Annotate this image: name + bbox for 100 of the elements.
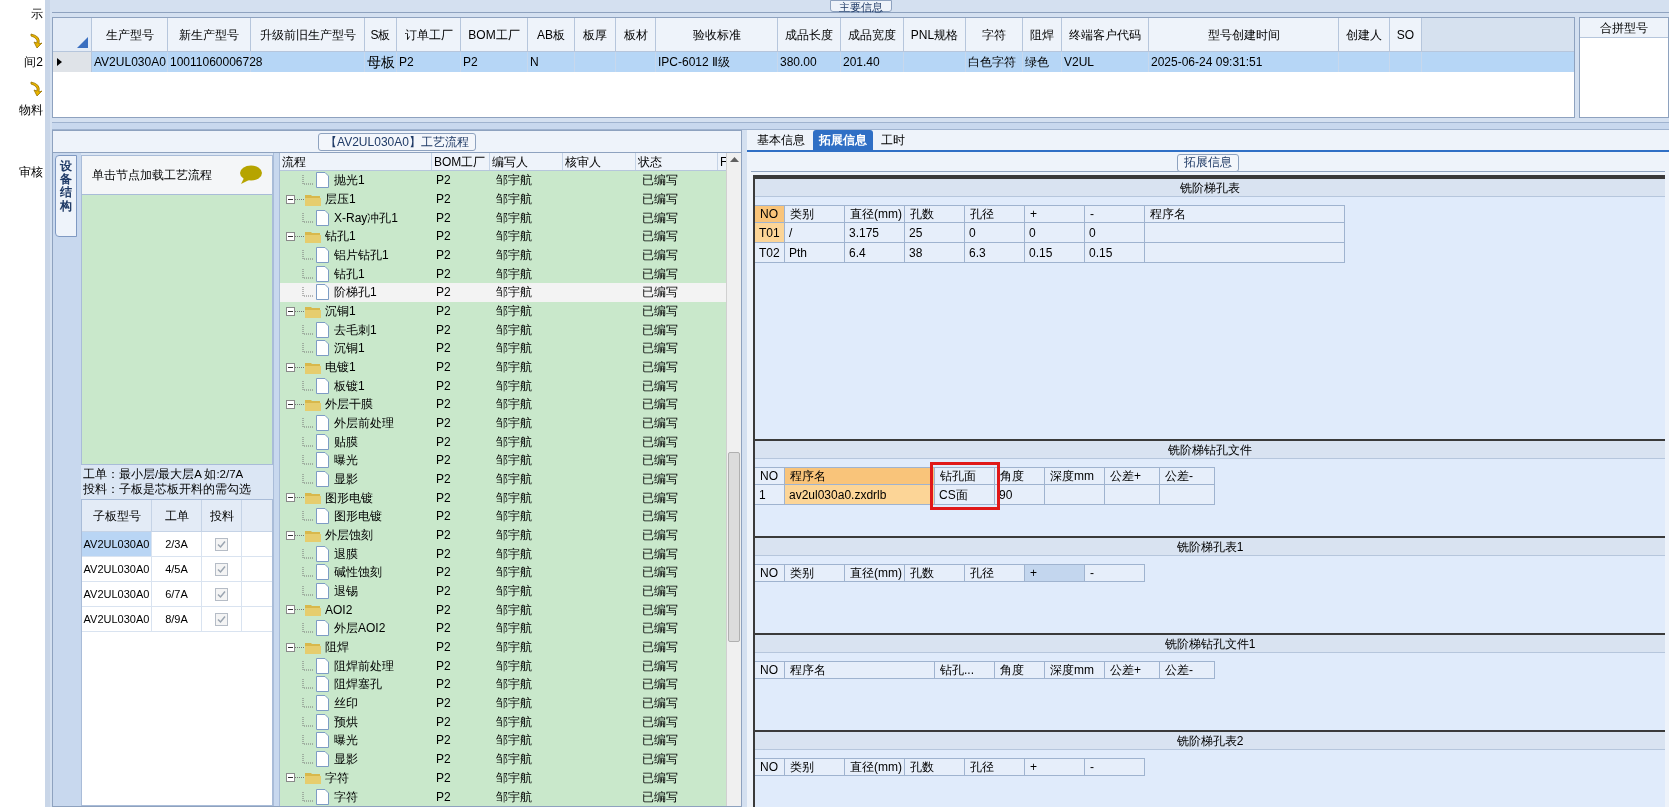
collapse-icon[interactable] [286,194,304,204]
column-header[interactable]: BOM工厂 [432,153,490,170]
column-header[interactable]: SO [1390,18,1422,52]
column-header[interactable]: - [1085,564,1145,582]
column-header[interactable]: 类别 [785,758,845,776]
tree-row[interactable]: 阻焊 P2 邹宇航 已编写 [280,637,726,657]
corner-cell[interactable] [53,18,92,52]
table-row[interactable]: AV2UL030A0 4/5A [82,557,272,582]
tree-row[interactable]: 字符 P2 邹宇航 已编写 [280,768,726,788]
column-header[interactable]: 成品长度 [778,18,841,52]
sidebar-item[interactable]: 示 [31,6,43,22]
column-header[interactable]: 深度mm [1045,467,1105,485]
tree-row[interactable]: 外层蚀刻 P2 邹宇航 已编写 [280,525,726,545]
tree-row[interactable]: 图形电镀 P2 邹宇航 已编写 [280,488,726,508]
column-header[interactable]: 程序名 [785,467,935,485]
tree-row[interactable]: 丝印 P2 邹宇航 已编写 [280,693,726,713]
collapse-icon[interactable] [286,605,304,615]
column-header[interactable]: 公差+ [1105,661,1160,679]
tree-row[interactable]: 电镀1 P2 邹宇航 已编写 [280,357,726,377]
tree-row[interactable]: 曝光 P2 邹宇航 已编写 [280,731,726,750]
column-header[interactable]: 钻孔... [935,661,995,679]
collapse-icon[interactable] [286,231,304,241]
tree-row[interactable]: 图形电镀 P2 邹宇航 已编写 [280,507,726,526]
column-header[interactable]: NO [755,661,785,679]
column-header[interactable]: 类别 [785,205,845,223]
tree-row[interactable]: 退锡 P2 邹宇航 已编写 [280,581,726,601]
tree-row[interactable]: 阻焊塞孔 P2 邹宇航 已编写 [280,675,726,694]
tree-row[interactable]: 沉铜1 P2 邹宇航 已编写 [280,339,726,358]
tree-row[interactable]: 外层干膜 P2 邹宇航 已编写 [280,395,726,414]
column-header[interactable]: 类别 [785,564,845,582]
column-header[interactable]: 钻孔面 [935,467,995,485]
sidebar-item[interactable]: 审核 [19,164,43,180]
column-header[interactable]: 生产型号 [92,18,168,52]
tree-row[interactable]: X-Ray冲孔1 P2 邹宇航 已编写 [280,208,726,227]
column-header[interactable]: 成品宽度 [841,18,904,52]
side-tab[interactable]: 设备结构 [55,155,77,237]
column-header[interactable]: 深度mm [1045,661,1105,679]
tab[interactable]: 拓展信息 [813,130,873,150]
column-header[interactable]: 孔数 [905,758,965,776]
column-header[interactable]: NO [755,758,785,776]
column-header[interactable]: NO [755,564,785,582]
column-header[interactable]: 订单工厂 [397,18,461,52]
column-header[interactable]: 孔数 [905,205,965,223]
column-header[interactable]: + [1025,564,1085,582]
checkbox[interactable] [215,612,228,626]
table-row[interactable]: AV2UL030A0 10011060006728 母板 P2 P2 N IPC-6012 Ⅱ级 380.00 201.40 白色字符 绿色 V2UL 2025-06-24 09:31:51 [53,52,1574,72]
column-header[interactable]: 流程 [280,153,432,170]
column-header[interactable]: 直径(mm) [845,564,905,582]
tab[interactable]: 基本信息 [751,130,811,150]
column-header[interactable]: + [1025,205,1085,223]
tree-row[interactable]: 显影 P2 邹宇航 已编写 [280,749,726,769]
column-header[interactable]: + [1025,758,1085,776]
sidebar-item[interactable]: 物料 [19,102,43,118]
tab[interactable]: 工时 [875,130,911,150]
column-header[interactable]: 公差- [1160,661,1215,679]
column-header[interactable]: 验收标准 [656,18,778,52]
sidebar-item[interactable]: 间2 [24,54,43,70]
column-header[interactable]: 板厚 [575,18,616,52]
column-header[interactable]: 阻焊 [1023,18,1062,52]
tree-row[interactable]: 碱性蚀刻 P2 邹宇航 已编写 [280,563,726,582]
column-header[interactable]: 字符 [966,18,1023,52]
column-header[interactable]: 新生产型号 [168,18,251,52]
column-header[interactable]: - [1085,758,1145,776]
collapse-icon[interactable] [286,362,304,372]
collapse-icon[interactable] [286,399,304,409]
table-row[interactable]: AV2UL030A0 8/9A [82,607,272,632]
table-row[interactable]: 1 av2ul030a0.zxdrlb CS面 90 [755,485,1215,505]
column-header[interactable]: PNL规格 [904,18,966,52]
tree-row[interactable]: 阶梯孔1 P2 邹宇航 已编写 [280,283,726,302]
tree-row[interactable]: 去毛刺1 P2 邹宇航 已编写 [280,320,726,340]
collapse-icon[interactable] [286,493,304,503]
tree-row[interactable]: 外层AOI2 P2 邹宇航 已编写 [280,619,726,638]
column-header[interactable]: NO [755,205,785,223]
scrollbar[interactable] [726,153,741,806]
column-header[interactable]: 型号创建时间 [1149,18,1339,52]
tree-row[interactable]: 钻孔1 P2 邹宇航 已编写 [280,264,726,284]
tree-row[interactable]: 板镀1 P2 邹宇航 已编写 [280,376,726,396]
column-header[interactable]: 角度 [995,467,1045,485]
table-row[interactable]: T01 / 3.175 25 0 0 0 [755,223,1345,243]
scroll-thumb[interactable] [728,452,740,642]
tree-row[interactable]: 抛光1 P2 邹宇航 已编写 [280,171,726,190]
column-header[interactable]: 孔数 [905,564,965,582]
tree-row[interactable]: 外层前处理 P2 邹宇航 已编写 [280,413,726,433]
tree-row[interactable]: 曝光 P2 邹宇航 已编写 [280,451,726,470]
tree-row[interactable]: 贴膜 P2 邹宇航 已编写 [280,432,726,452]
column-header[interactable]: BOM工厂 [461,18,528,52]
tree-row[interactable]: 沉铜1 P2 邹宇航 已编写 [280,301,726,321]
tree-row[interactable]: AOI2 P2 邹宇航 已编写 [280,600,726,620]
tree-row[interactable]: 钻孔1 P2 邹宇航 已编写 [280,227,726,246]
checkbox[interactable] [215,537,228,551]
column-header[interactable]: 板材 [616,18,656,52]
table-row[interactable]: T02 Pth 6.4 38 6.3 0.15 0.15 [755,243,1345,263]
collapse-icon[interactable] [286,530,304,540]
column-header[interactable]: 程序名 [785,661,935,679]
column-header[interactable]: 工单 [152,500,202,532]
checkbox[interactable] [215,587,228,601]
column-header[interactable]: 核审人 [563,153,636,170]
collapse-icon[interactable] [286,773,304,783]
tree-row[interactable]: 退膜 P2 邹宇航 已编写 [280,544,726,564]
tree-row[interactable]: 阻焊前处理 P2 邹宇航 已编写 [280,656,726,676]
